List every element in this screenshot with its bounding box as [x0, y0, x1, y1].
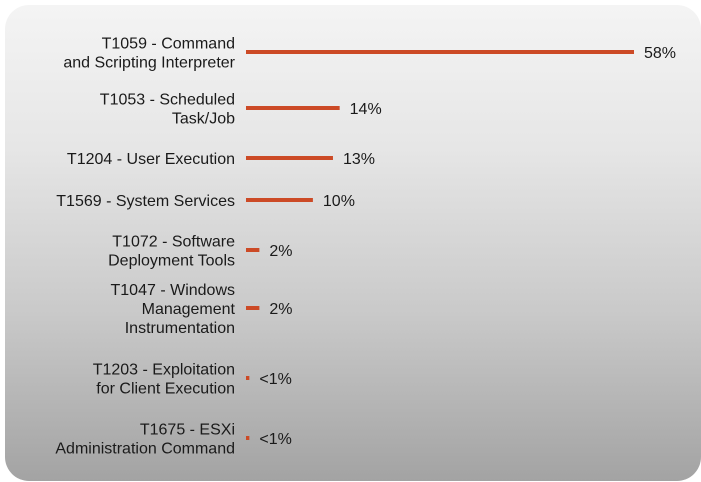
bar-chart: 58% T1059 - Command and Scripting Interpre… [55, 36, 676, 458]
value-label-0: 58% [644, 45, 676, 62]
bar-4 [246, 248, 260, 252]
category-label-7: T1675 - ESXi Administration Command [55, 422, 235, 458]
bar-6 [246, 376, 250, 380]
category-label-3: T1569 - System Services [56, 193, 235, 210]
bar-3 [246, 198, 313, 202]
bar-7 [246, 436, 250, 440]
value-label-1: 14% [350, 101, 382, 118]
value-label-6: <1% [259, 371, 291, 388]
category-label-6: T1203 - Exploitation for Client Execution [93, 362, 235, 398]
value-label-2: 13% [343, 151, 375, 168]
bar-2 [246, 156, 333, 160]
category-label-2: T1204 - User Execution [67, 151, 235, 168]
category-label-4: T1072 - Software Deployment Tools [108, 234, 235, 270]
bar-5 [246, 306, 260, 310]
chart-panel: 58% T1059 - Command and Scripting Interpre… [5, 5, 701, 481]
category-label-1: T1053 - Scheduled Task/Job [100, 92, 235, 128]
bar-1 [246, 106, 340, 110]
value-label-7: <1% [259, 431, 291, 448]
value-label-4: 2% [269, 243, 292, 260]
category-label-0: T1059 - Command and Scripting Interpreter [63, 36, 235, 72]
bar-0 [246, 50, 634, 54]
category-label-5: T1047 - Windows Management Instrumentation [111, 282, 236, 337]
value-label-3: 10% [323, 193, 355, 210]
value-label-5: 2% [269, 301, 292, 318]
